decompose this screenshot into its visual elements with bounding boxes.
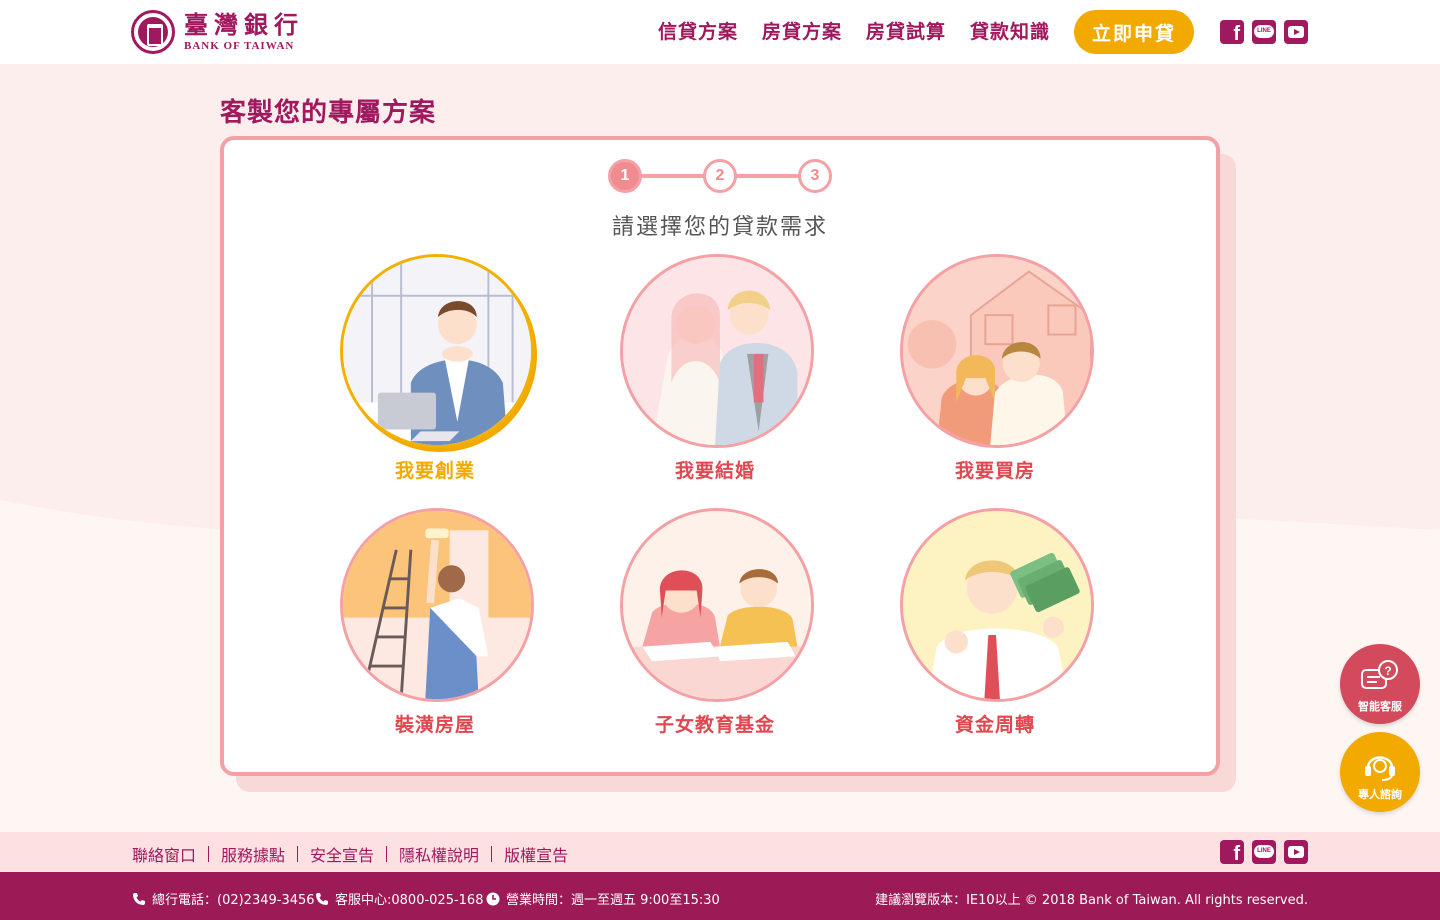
option-label: 子女教育基金: [654, 714, 775, 736]
footer-link-privacy[interactable]: 隱私權說明: [399, 842, 479, 866]
logo-chinese-name: 臺灣銀行: [184, 10, 304, 39]
education-illustration: [620, 508, 814, 702]
option-startup[interactable]: 我要創業: [335, 246, 537, 486]
option-label: 我要創業: [394, 460, 475, 482]
footer-social-links: [1220, 840, 1308, 866]
expert-consult-button[interactable]: 專人諮詢: [1340, 732, 1420, 812]
head-office-phone: 總行電話：(02)2349-3456: [132, 889, 315, 908]
nav-mortgage-calculator[interactable]: 房貸試算: [866, 18, 946, 46]
option-marriage[interactable]: 我要結婚: [615, 254, 815, 494]
option-label: 我要買房: [954, 460, 1035, 482]
option-buy-house[interactable]: 我要買房: [895, 254, 1095, 494]
progress-stepper: 1 2 3: [608, 159, 832, 193]
ai-service-label: 智能客服: [1358, 700, 1402, 713]
service-text: 客服中心:0800-025-168: [335, 893, 484, 908]
line-icon[interactable]: [1252, 20, 1276, 44]
youtube-icon[interactable]: [1284, 840, 1308, 864]
step-3: 3: [798, 159, 832, 193]
svg-text:?: ?: [1384, 664, 1391, 678]
footer-link-copyright[interactable]: 版權宣告: [504, 842, 568, 866]
apply-now-button[interactable]: 立即申貸: [1074, 10, 1194, 54]
startup-illustration: [340, 254, 534, 448]
divider: [386, 846, 388, 862]
phone-icon: [316, 892, 328, 905]
footer-link-contact[interactable]: 聯絡窗口: [132, 842, 196, 866]
footer-link-branches[interactable]: 服務據點: [221, 842, 285, 866]
cash-flow-illustration: [900, 508, 1094, 702]
page-title: 客製您的專屬方案: [220, 98, 437, 128]
logo-english-name: BANK OF TAIWAN: [184, 40, 295, 52]
site-header: 臺灣銀行 BANK OF TAIWAN 信貸方案 房貸方案 房貸試算 貸款知識 …: [0, 0, 1440, 64]
line-icon[interactable]: [1252, 840, 1276, 864]
step-connector: [638, 174, 708, 178]
youtube-icon[interactable]: [1284, 20, 1308, 44]
hours-text: 營業時間：週一至週五 9:00至15:30: [506, 893, 720, 908]
expert-consult-label: 專人諮詢: [1358, 788, 1402, 801]
buy-house-illustration: [900, 254, 1094, 448]
phone-text: 總行電話：(02)2349-3456: [152, 893, 315, 908]
footer-link-security[interactable]: 安全宣告: [310, 842, 374, 866]
step-connector: [732, 174, 802, 178]
step-1: 1: [608, 159, 642, 193]
option-education-fund[interactable]: 子女教育基金: [615, 508, 815, 748]
facebook-icon[interactable]: [1220, 840, 1244, 866]
bank-logo[interactable]: 臺灣銀行 BANK OF TAIWAN: [131, 10, 304, 54]
step-question: 請選擇您的貸款需求: [611, 215, 828, 240]
bank-emblem-icon: [131, 10, 175, 54]
footer-info-bar: 總行電話：(02)2349-3456 客服中心:0800-025-168 營業時…: [0, 872, 1440, 920]
copyright-text: 建議瀏覽版本：IE10以上 © 2018 Bank of Taiwan. All…: [875, 893, 1308, 908]
nav-loan-knowledge[interactable]: 貸款知識: [970, 18, 1050, 46]
divider: [297, 846, 299, 862]
renovation-illustration: [340, 508, 534, 702]
header-social-links: [1220, 20, 1308, 46]
option-label: 資金周轉: [954, 714, 1035, 736]
customer-service-phone: 客服中心:0800-025-168: [315, 889, 483, 908]
step-2: 2: [703, 159, 737, 193]
footer-links-bar: 聯絡窗口 服務據點 安全宣告 隱私權說明 版權宣告: [0, 832, 1440, 872]
option-cash-flow[interactable]: 資金周轉: [895, 508, 1095, 748]
marriage-illustration: [620, 254, 814, 448]
ai-customer-service-button[interactable]: ? 智能客服: [1340, 644, 1420, 724]
option-label: 裝潢房屋: [394, 714, 475, 736]
phone-icon: [133, 892, 145, 905]
nav-mortgage-plan[interactable]: 房貸方案: [762, 18, 842, 46]
main-nav: 信貸方案 房貸方案 房貸試算 貸款知識: [658, 18, 1050, 46]
chat-question-icon: ?: [1361, 660, 1398, 689]
option-renovation[interactable]: 裝潢房屋: [335, 508, 535, 748]
business-hours: 營業時間：週一至週五 9:00至15:30: [486, 889, 720, 908]
headset-icon: [1365, 756, 1395, 781]
option-label: 我要結婚: [674, 460, 755, 482]
divider: [491, 846, 493, 862]
nav-credit-loan[interactable]: 信貸方案: [658, 18, 738, 46]
clock-icon: [486, 892, 500, 905]
facebook-icon[interactable]: [1220, 20, 1244, 46]
divider: [208, 846, 210, 862]
